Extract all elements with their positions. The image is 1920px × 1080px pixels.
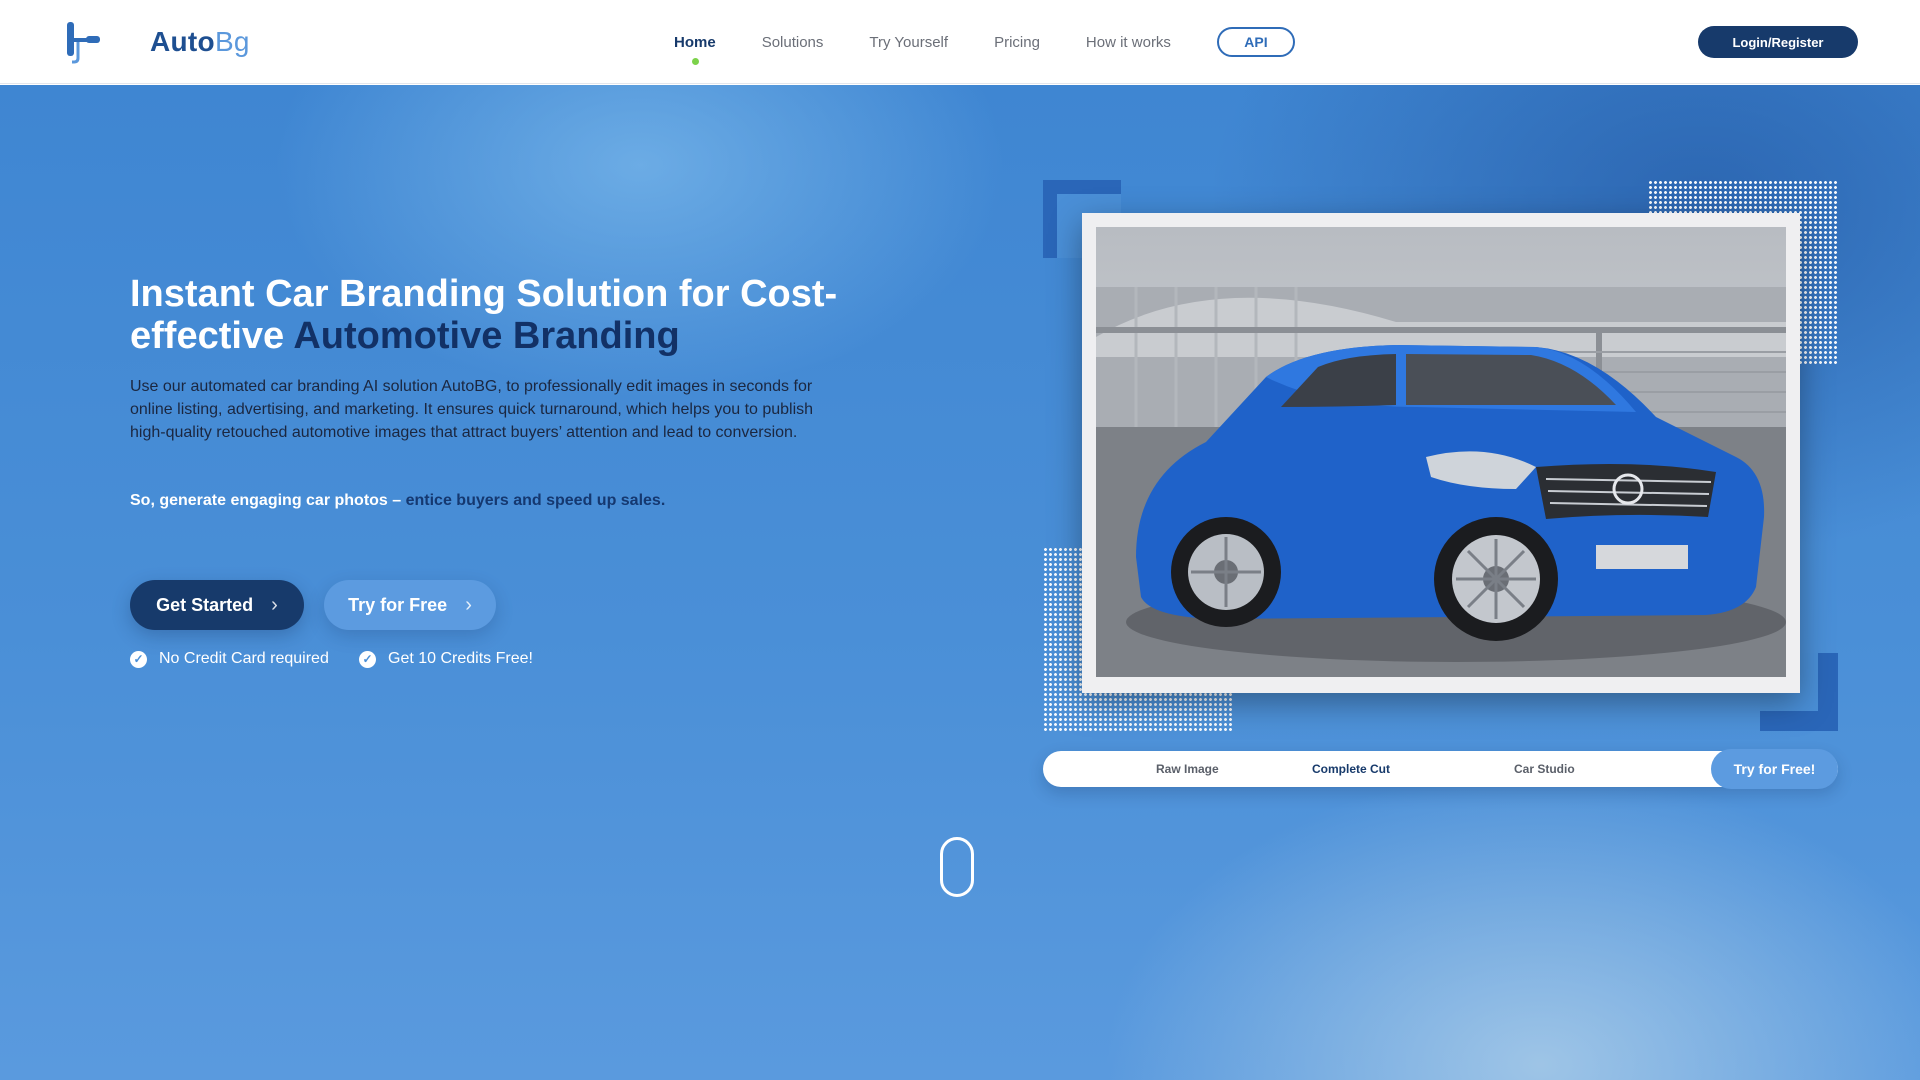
try-for-free-tab-button[interactable]: Try for Free!: [1711, 749, 1838, 789]
check-circle-icon: ✓: [359, 650, 376, 668]
login-register-button[interactable]: Login/Register: [1698, 26, 1858, 58]
logo[interactable]: AutoBg: [64, 20, 250, 64]
car-photo: [1096, 227, 1786, 677]
nav-try-yourself[interactable]: Try Yourself: [869, 34, 948, 51]
perk-free-credits: ✓ Get 10 Credits Free!: [359, 650, 533, 668]
main-nav: Home Solutions Try Yourself Pricing How …: [674, 0, 1295, 84]
perk-label: Get 10 Credits Free!: [388, 650, 533, 667]
tab-car-studio[interactable]: Car Studio: [1514, 751, 1575, 787]
perk-label: No Credit Card required: [159, 650, 329, 667]
hero-headline: Instant Car Branding Solution for Cost-e…: [130, 273, 838, 357]
chevron-right-icon: ›: [271, 593, 278, 616]
site-header: AutoBg Home Solutions Try Yourself Prici…: [0, 0, 1920, 84]
try-for-free-label: Try for Free: [348, 594, 448, 615]
tab-raw-image[interactable]: Raw Image: [1156, 751, 1219, 787]
chevron-right-icon: ›: [465, 593, 472, 616]
showcase-tabs: Raw Image Complete Cut Car Studio Try fo…: [1043, 749, 1838, 789]
get-started-button[interactable]: Get Started ›: [130, 580, 304, 630]
nav-pricing[interactable]: Pricing: [994, 34, 1040, 51]
tab-complete-cut[interactable]: Complete Cut: [1312, 751, 1390, 787]
api-button[interactable]: API: [1216, 27, 1295, 57]
brand-name: AutoBg: [150, 26, 250, 57]
try-for-free-button[interactable]: Try for Free ›: [324, 580, 496, 630]
nav-solutions[interactable]: Solutions: [762, 34, 824, 51]
hero-section: Instant Car Branding Solution for Cost-e…: [0, 85, 1920, 1080]
nav-how-it-works[interactable]: How it works: [1086, 34, 1171, 51]
check-circle-icon: ✓: [130, 650, 147, 668]
get-started-label: Get Started: [156, 594, 254, 615]
car-photo-frame: [1082, 213, 1800, 693]
active-indicator-dot: [691, 57, 699, 65]
hero-tagline: So, generate engaging car photos – entic…: [130, 492, 666, 509]
paint-roller-logo-icon: [64, 20, 106, 64]
scroll-mouse-icon[interactable]: [940, 837, 974, 897]
nav-home[interactable]: Home: [674, 34, 716, 65]
perk-no-credit-card: ✓ No Credit Card required: [130, 650, 329, 668]
hero-description: Use our automated car branding AI soluti…: [130, 378, 814, 441]
